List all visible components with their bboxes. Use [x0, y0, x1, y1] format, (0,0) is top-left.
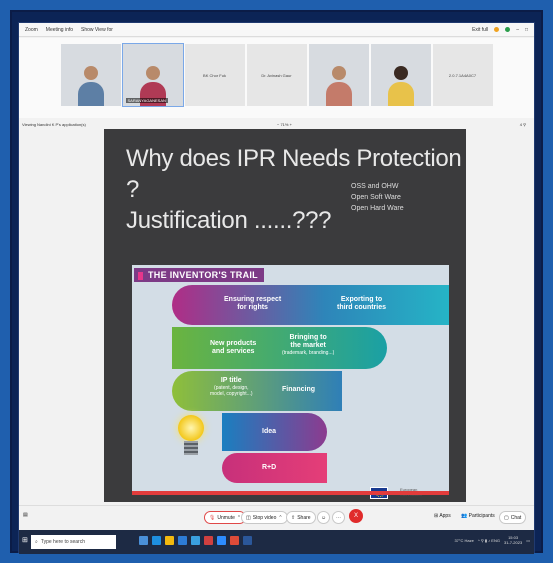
chat-icon: ▢ [504, 514, 509, 521]
clock[interactable]: 15:03 31-7-2023 [504, 535, 522, 545]
caption-icon[interactable]: ▤ [23, 512, 28, 518]
system-tray: 37°C Haze ^ ⚲ ▮ ♪ ENG 15:03 31-7-2023 ▭ [454, 535, 530, 545]
word-icon[interactable] [243, 536, 252, 545]
band-label: Exporting to third countries [337, 296, 387, 311]
zoom-control[interactable]: − 71% + [277, 122, 292, 127]
trail-band-3: IP title (patent, design, model, copyright… [172, 371, 342, 411]
windows-start-icon[interactable]: ⊞ [22, 536, 28, 544]
band-label: Ensuring respect for rights [224, 296, 282, 311]
meeting-toolbar: ▤ 🎙 Unmute ⌃ ◫ Stop video ⌃ ⇧ Share ☺ ⋯ X ⊞ A… [19, 505, 534, 527]
participant-strip: SARANYAGANESAN BK Chor Fuk Dr. Avinash G… [19, 38, 534, 118]
task-view-icon[interactable] [139, 536, 148, 545]
participant-tile[interactable] [60, 44, 121, 106]
participant-video [77, 66, 104, 106]
slide-note: Open Soft Ware [351, 194, 401, 201]
taskbar-app-icons [139, 536, 252, 545]
mic-muted-icon: 🎙 [209, 514, 216, 521]
participant-tile[interactable]: SARANYAGANESAN [121, 43, 184, 107]
participant-tile[interactable]: 2.0.7.1A4A0C7 [432, 44, 493, 106]
maximize-icon[interactable]: □ [525, 27, 528, 33]
participant-name: BK Chor Fuk [203, 72, 226, 78]
participant-tile[interactable] [370, 44, 431, 106]
reactions-button[interactable]: ☺ [317, 511, 331, 524]
stop-video-button[interactable]: ◫ Stop video ⌃ [241, 511, 288, 524]
meeting-info-button[interactable]: Meeting info [46, 27, 73, 33]
taskbar-search-input[interactable]: ⌕ Type here to search [31, 535, 116, 549]
slide-title-line1: Why does IPR Needs Protection ? [126, 145, 462, 203]
slide-title-line2: Justification ......??? [126, 207, 332, 234]
participant-name: SARANYAGANESAN [125, 98, 168, 103]
store-icon[interactable] [178, 536, 187, 545]
windows-taskbar: ⊞ ⌕ Type here to search 37°C Haze ^ ⚲ ▮ ♪… [19, 530, 534, 554]
band-label: R+D [262, 464, 277, 471]
participant-name: Dr. Avinash Gaur [261, 72, 292, 78]
weather-label[interactable]: 37°C Haze [454, 538, 473, 543]
participants-button[interactable]: 👥 Participants [461, 513, 495, 519]
reaction-icon: ☺ [321, 514, 327, 521]
participant-video [387, 66, 414, 106]
band-label: Idea [262, 428, 277, 435]
participant-tile[interactable]: Dr. Avinash Gaur [246, 44, 307, 106]
end-call-button[interactable]: X [349, 509, 363, 523]
slide-title: Why does IPR Needs Protection ? Justific… [126, 143, 466, 236]
app-icon[interactable] [204, 536, 213, 545]
trail-band-4: Idea [222, 413, 327, 451]
shield-icon [505, 27, 511, 32]
minimize-icon[interactable]: – [516, 27, 519, 33]
more-icon: ⋯ [336, 514, 341, 521]
share-screen-icon: ⇧ [291, 514, 296, 521]
share-view-bar: Viewing Nandini K P's application(s) − 7… [19, 119, 534, 129]
title-bar: Zoom Meeting info Show View for Exit ful… [19, 23, 534, 37]
inventors-trail-title: THE INVENTOR'S TRAIL [134, 268, 264, 282]
participant-tile[interactable] [308, 44, 369, 106]
exit-fullscreen-button[interactable]: Exit full [472, 27, 488, 33]
page-control[interactable]: 4 ⚲ [520, 122, 526, 127]
slide-note: Open Hard Ware [351, 205, 404, 212]
participant-name: 2.0.7.1A4A0C7 [448, 72, 477, 78]
tray-icons[interactable]: ^ ⚲ ▮ ♪ ENG [478, 538, 500, 543]
trail-band-5: R+D [222, 453, 327, 483]
zoom-taskbar-icon[interactable] [217, 536, 226, 545]
participant-video [325, 66, 352, 106]
slide-notes: OSS and OHW Open Soft Ware Open Hard War… [351, 181, 404, 214]
lightbulb-icon [178, 415, 204, 441]
apps-button[interactable]: ⊞ Apps [434, 513, 451, 519]
band-label: New products and services [210, 340, 257, 355]
zoom-window: Zoom Meeting info Show View for Exit ful… [18, 22, 535, 554]
notifications-icon[interactable]: ▭ [526, 538, 530, 543]
participant-tile[interactable]: BK Chor Fuk [184, 44, 245, 106]
trail-band-2: New products and services Bringing to the … [172, 327, 387, 369]
edge-icon[interactable] [152, 536, 161, 545]
band-label: Financing [282, 386, 316, 393]
people-icon: 👥 [461, 513, 469, 519]
search-icon: ⌕ [35, 539, 38, 545]
view-options-button[interactable]: Show View for [81, 27, 113, 33]
band-label: Bringing to the market (trademark, brandin… [282, 334, 335, 356]
zoom-logo: Zoom [25, 26, 38, 33]
shared-slide: Why does IPR Needs Protection ? Justific… [104, 129, 466, 502]
camera-icon: ◫ [246, 514, 251, 521]
inventors-trail-graphic: THE INVENTOR'S TRAIL Ensuring respect for… [132, 265, 449, 499]
chat-button[interactable]: ▢ Chat [499, 511, 527, 524]
trail-band-1: Ensuring respect for rights Exporting to t… [172, 285, 449, 325]
viewing-label[interactable]: Viewing Nandini K P's application(s) [22, 122, 86, 127]
unmute-button[interactable]: 🎙 Unmute ⌃ [204, 511, 247, 524]
slide-footer-line [132, 491, 449, 495]
chrome-icon[interactable] [230, 536, 239, 545]
band-label: IP title (patent, design, model, copyright… [210, 377, 253, 397]
share-button[interactable]: ⇧ Share [286, 511, 316, 524]
mail-icon[interactable] [191, 536, 200, 545]
recording-indicator-icon [494, 27, 500, 32]
lightbulb-base-icon [184, 441, 198, 455]
more-button[interactable]: ⋯ [332, 511, 345, 524]
slide-note: OSS and OHW [351, 183, 399, 190]
file-explorer-icon[interactable] [165, 536, 174, 545]
